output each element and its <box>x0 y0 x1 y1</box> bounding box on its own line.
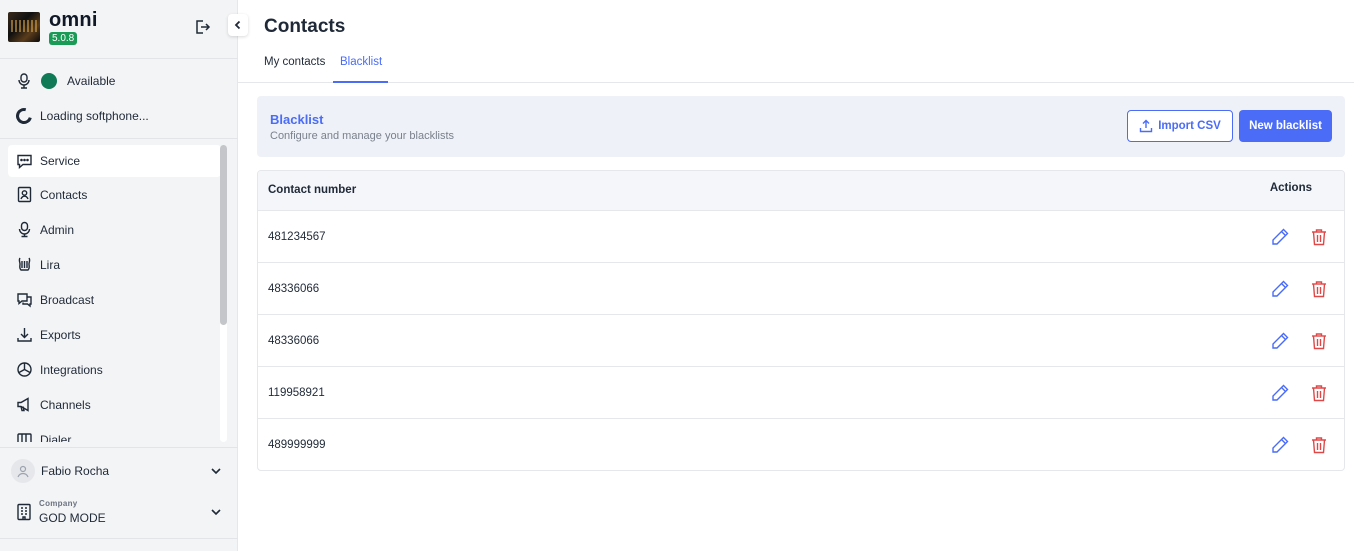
sidebar-item-label: Dialer <box>40 432 72 443</box>
edit-pencil-icon[interactable] <box>1270 331 1290 351</box>
column-header-actions: Actions <box>1269 182 1312 194</box>
integrations-icon <box>17 362 32 377</box>
table-header: Contact number Actions <box>258 171 1344 211</box>
loading-spinner-icon <box>13 105 35 127</box>
page-title: Contacts <box>264 16 346 37</box>
building-icon <box>17 503 31 521</box>
user-name: Fabio Rocha <box>41 464 110 478</box>
chevron-left-icon <box>234 20 241 30</box>
brand-header: omni 5.0.8 <box>0 0 238 59</box>
avatar <box>11 459 35 483</box>
download-icon <box>17 328 32 342</box>
delete-trash-icon[interactable] <box>1309 383 1329 403</box>
sidebar-item-admin[interactable]: Admin <box>8 212 221 247</box>
tab-my-contacts[interactable]: My contacts <box>264 56 325 76</box>
chevron-down-icon <box>211 509 221 516</box>
sidebar-item-label: Broadcast <box>40 292 95 307</box>
sidebar-item-lira[interactable]: Lira <box>8 247 221 282</box>
sidebar-item-label: Contacts <box>40 187 88 202</box>
table-row: 481234567 <box>258 211 1344 263</box>
availability-status-dot <box>41 73 57 89</box>
delete-trash-icon[interactable] <box>1309 279 1329 299</box>
company-name: GOD MODE <box>39 511 106 525</box>
company-selector[interactable]: Company GOD MODE <box>0 495 238 529</box>
contact-number-cell: 119958921 <box>268 387 325 399</box>
delete-trash-icon[interactable] <box>1309 435 1329 455</box>
table-row: 119958921 <box>258 367 1344 419</box>
table-row: 48336066 <box>258 315 1344 367</box>
logout-icon[interactable] <box>193 18 211 36</box>
edit-pencil-icon[interactable] <box>1270 383 1290 403</box>
tab-bar: My contacts Blacklist <box>238 46 1354 83</box>
upload-icon <box>1139 119 1153 133</box>
divider <box>0 447 238 448</box>
availability-label: Available <box>67 74 116 88</box>
user-icon <box>17 465 29 478</box>
sidebar-item-broadcast[interactable]: Broadcast <box>8 282 221 317</box>
delete-trash-icon[interactable] <box>1309 227 1329 247</box>
sidebar-item-label: Exports <box>40 327 81 342</box>
import-csv-label: Import CSV <box>1158 120 1221 132</box>
app-logo <box>8 12 40 42</box>
app-name: omni <box>49 9 98 31</box>
sidebar-item-dialer[interactable]: Dialer <box>8 422 221 442</box>
sidebar-item-channels[interactable]: Channels <box>8 387 221 422</box>
collapse-sidebar-button[interactable] <box>228 14 248 36</box>
contact-number-cell: 489999999 <box>268 439 326 451</box>
import-csv-button[interactable]: Import CSV <box>1127 110 1233 142</box>
headset-icon <box>18 73 30 89</box>
sidebar-nav: Service Contacts Admin Lira Broadcast Ex… <box>8 145 221 442</box>
section-subtitle: Configure and manage your blacklists <box>270 130 455 142</box>
section-title: Blacklist <box>270 112 324 127</box>
softphone-label: Loading softphone... <box>40 109 149 123</box>
sidebar-item-label: Lira <box>40 257 61 272</box>
edit-pencil-icon[interactable] <box>1270 279 1290 299</box>
broadcast-chat-icon <box>17 293 32 308</box>
megaphone-icon <box>17 397 29 412</box>
sidebar-item-label: Integrations <box>40 362 103 377</box>
divider <box>0 538 238 539</box>
contact-number-cell: 48336066 <box>268 283 320 295</box>
column-header-contact-number: Contact number <box>268 184 357 196</box>
contact-number-cell: 48336066 <box>268 335 320 347</box>
sidebar: omni 5.0.8 Available Loading softphone..… <box>0 0 248 551</box>
sidebar-item-label: Admin <box>40 222 75 237</box>
lira-icon <box>18 257 31 271</box>
sidebar-item-service[interactable]: Service <box>8 145 221 177</box>
sidebar-item-label: Channels <box>40 397 91 412</box>
blacklist-table: Contact number Actions 481234567 4833606… <box>257 170 1345 471</box>
scrollbar-thumb[interactable] <box>220 145 227 325</box>
new-blacklist-button[interactable]: New blacklist <box>1239 110 1332 142</box>
edit-pencil-icon[interactable] <box>1270 435 1290 455</box>
edit-pencil-icon[interactable] <box>1270 227 1290 247</box>
contact-number-cell: 481234567 <box>268 231 326 243</box>
sidebar-item-label: Service <box>40 154 81 168</box>
sidebar-item-contacts[interactable]: Contacts <box>8 177 221 212</box>
main-content: Contacts My contacts Blacklist Blacklist… <box>238 0 1354 551</box>
softphone-status: Loading softphone... <box>0 99 238 133</box>
availability-selector[interactable]: Available <box>0 64 238 98</box>
dialer-icon <box>17 433 32 442</box>
table-row: 489999999 <box>258 419 1344 470</box>
tab-blacklist[interactable]: Blacklist <box>333 56 389 83</box>
company-caption: Company <box>39 499 78 508</box>
delete-trash-icon[interactable] <box>1309 331 1329 351</box>
divider <box>0 138 238 139</box>
table-row: 48336066 <box>258 263 1344 315</box>
version-badge: 5.0.8 <box>49 32 78 45</box>
user-menu[interactable]: Fabio Rocha <box>0 455 238 487</box>
blacklist-header-card: Blacklist Configure and manage your blac… <box>257 96 1345 157</box>
headset-icon <box>18 221 31 238</box>
sidebar-item-integrations[interactable]: Integrations <box>8 352 221 387</box>
chevron-down-icon <box>211 468 221 475</box>
sidebar-item-exports[interactable]: Exports <box>8 317 221 352</box>
chat-icon <box>17 154 32 169</box>
contact-card-icon <box>17 186 32 203</box>
sidebar-scrollbar[interactable] <box>220 145 227 442</box>
